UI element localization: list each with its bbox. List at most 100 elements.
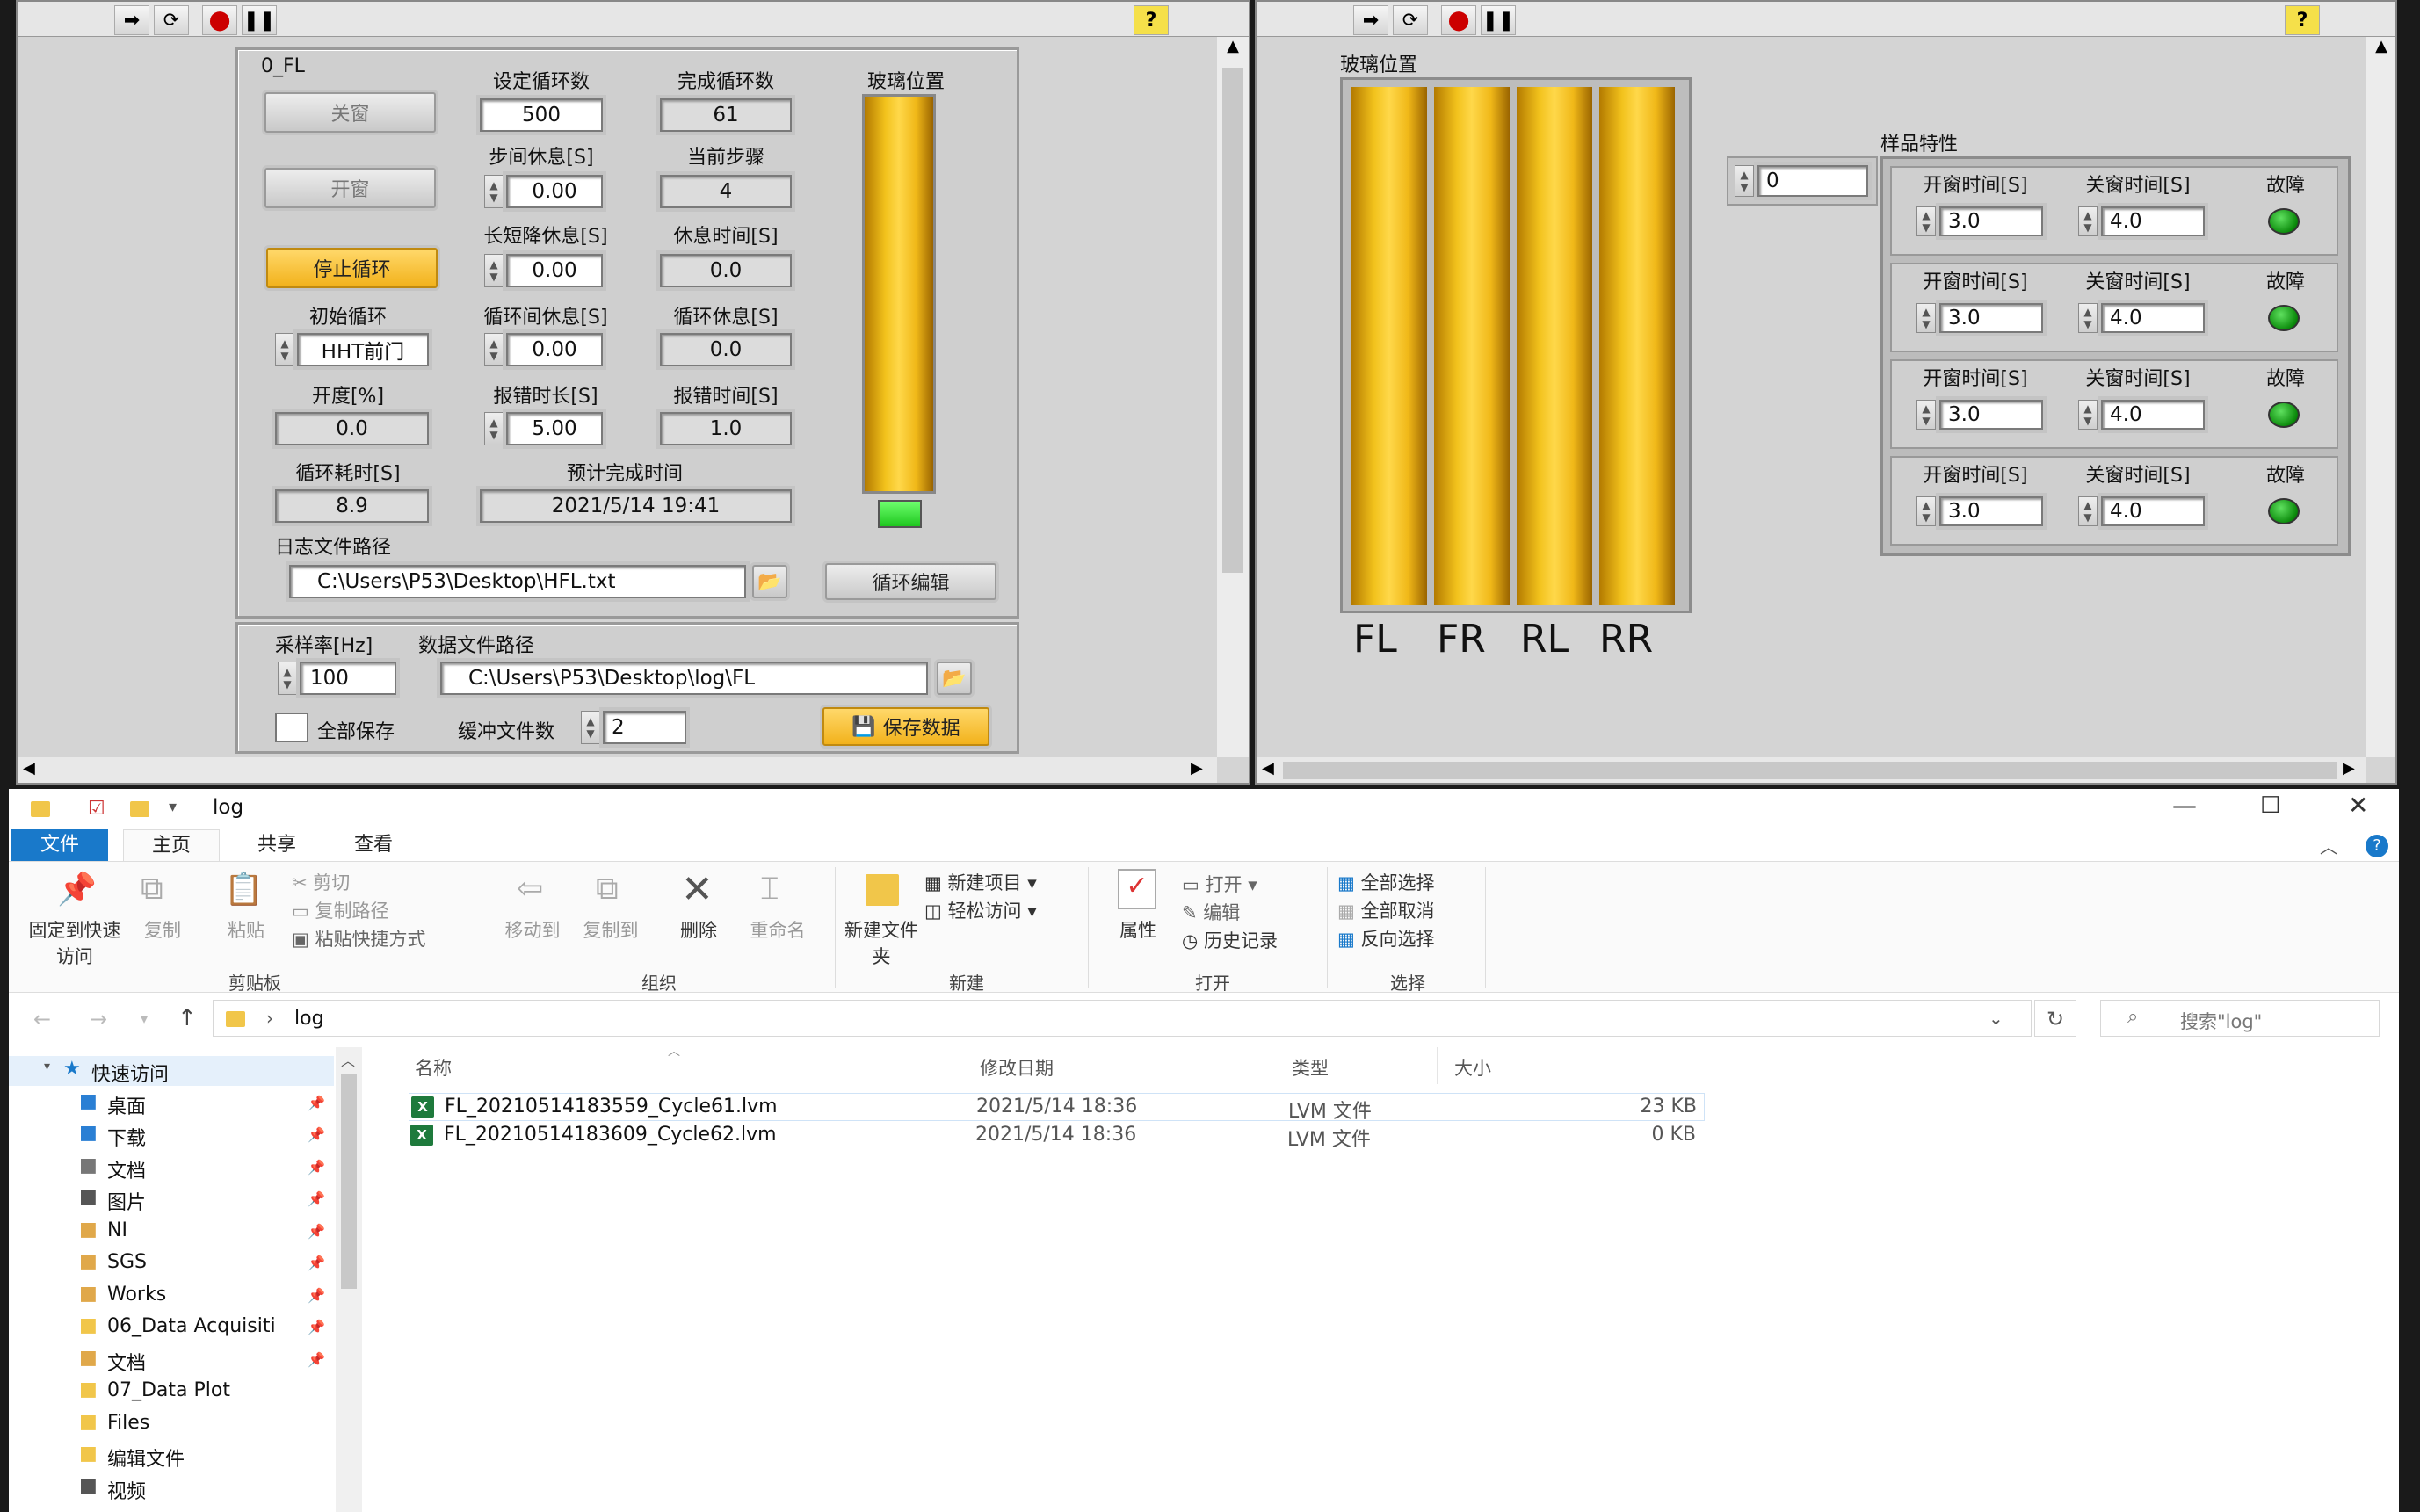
copy-path-button[interactable]: ▭ 复制路径	[292, 897, 389, 923]
close-time-field[interactable]: 4.0	[2101, 206, 2205, 236]
file-row[interactable]: X FL_20210514183559_Cycle61.lvm 2021/5/1…	[409, 1093, 1705, 1123]
minimize-icon[interactable]: —	[2172, 791, 2197, 820]
nav-item[interactable]: ■ 07_Data Plot	[9, 1377, 334, 1407]
left-vi-hscroll[interactable]: ◀ ▶	[18, 757, 1217, 783]
nav-item[interactable]: ■ Files	[9, 1409, 334, 1439]
pause-icon[interactable]: ❚❚	[1481, 5, 1516, 35]
recent-locations-icon[interactable]: ▾	[141, 1010, 148, 1027]
init-cycle-ring[interactable]: HHT前门	[297, 333, 429, 366]
scroll-up-icon[interactable]: ▲	[2366, 37, 2395, 63]
scroll-thumb[interactable]	[341, 1074, 357, 1289]
nav-scrollbar[interactable]: ︿	[336, 1047, 362, 1512]
data-path-field[interactable]: C:\Users\P53\Desktop\log\FL	[440, 662, 928, 695]
close-time-spinner[interactable]: ▲ ▼	[2078, 206, 2098, 236]
close-icon[interactable]: ✕	[2348, 791, 2368, 820]
address-dropdown-icon[interactable]: ⌄	[1989, 1008, 2003, 1029]
nav-item[interactable]: ■ 06_Data Acquisiti 📌	[9, 1313, 334, 1342]
copy-to-button[interactable]: 复制到	[576, 916, 646, 943]
copy-icon[interactable]: ⧉	[141, 871, 163, 908]
nav-item[interactable]: ■ 编辑文件	[9, 1441, 334, 1471]
open-time-field[interactable]: 3.0	[1939, 206, 2043, 236]
help-icon[interactable]: ?	[2285, 5, 2320, 35]
new-folder-quick-icon[interactable]	[130, 801, 149, 817]
paste-icon[interactable]: 📋	[224, 871, 264, 908]
nav-back-icon[interactable]: ←	[33, 1007, 51, 1031]
select-all-button[interactable]: ▦ 全部选择	[1337, 869, 1435, 895]
copy-to-icon[interactable]: ⧉	[596, 871, 619, 908]
open-time-spinner[interactable]: ▲ ▼	[1916, 303, 1936, 333]
nav-item[interactable]: ■ 桌面 📌	[9, 1089, 334, 1118]
properties-button[interactable]: 属性	[1107, 916, 1169, 943]
buffer-spinner[interactable]: ▲ ▼	[581, 711, 600, 744]
tab-file[interactable]: 文件	[11, 829, 108, 861]
tab-view[interactable]: 查看	[325, 829, 422, 861]
cycle-gap-rest-field[interactable]: 0.00	[506, 333, 603, 366]
nav-item[interactable]: ■ Works 📌	[9, 1281, 334, 1311]
scroll-up-icon[interactable]: ▲	[1217, 37, 1249, 63]
new-item-button[interactable]: ▦ 新建项目 ▾	[924, 869, 1037, 895]
close-time-field[interactable]: 4.0	[2101, 400, 2205, 430]
edit-button[interactable]: ✎ 编辑	[1182, 899, 1240, 925]
array-index-spinner[interactable]: ▲ ▼	[1735, 165, 1754, 197]
err-duration-spinner[interactable]: ▲ ▼	[484, 412, 504, 445]
new-folder-icon[interactable]	[866, 874, 899, 906]
open-time-field[interactable]: 3.0	[1939, 496, 2043, 526]
cut-button[interactable]: ✂ 剪切	[292, 869, 350, 895]
step-rest-field[interactable]: 0.00	[506, 175, 603, 208]
help-icon[interactable]: ?	[2366, 835, 2388, 857]
save-all-checkbox[interactable]	[275, 713, 308, 742]
step-rest-spinner[interactable]: ▲ ▼	[484, 175, 504, 208]
scroll-left-icon[interactable]: ◀	[1262, 759, 1274, 778]
address-bar[interactable]: › log ⌄	[213, 1000, 2032, 1037]
long-short-rest-spinner[interactable]: ▲ ▼	[484, 254, 504, 287]
tab-home[interactable]: 主页	[123, 829, 220, 861]
paste-button[interactable]: 粘贴	[220, 916, 272, 943]
ribbon-collapse-icon[interactable]: ︿	[2320, 833, 2337, 858]
data-browse-folder-icon[interactable]: 📂	[937, 662, 972, 695]
log-path-field[interactable]: C:\Users\P53\Desktop\HFL.txt	[289, 565, 746, 598]
maximize-icon[interactable]: ☐	[2260, 792, 2280, 819]
nav-item[interactable]: ■ 下载 📌	[9, 1120, 334, 1150]
open-time-spinner[interactable]: ▲ ▼	[1916, 496, 1936, 526]
open-time-field[interactable]: 3.0	[1939, 400, 2043, 430]
nav-forward-icon[interactable]: →	[90, 1007, 107, 1031]
move-to-icon[interactable]: ⇦	[517, 871, 543, 907]
tab-share[interactable]: 共享	[228, 829, 325, 861]
save-data-button[interactable]: 💾 保存数据	[822, 707, 989, 746]
close-time-spinner[interactable]: ▲ ▼	[2078, 496, 2098, 526]
refresh-icon[interactable]: ↻	[2034, 1000, 2076, 1037]
hscroll-thumb[interactable]	[1283, 762, 2337, 779]
rename-button[interactable]: 重命名	[743, 916, 813, 943]
open-time-spinner[interactable]: ▲ ▼	[1916, 400, 1936, 430]
close-time-field[interactable]: 4.0	[2101, 496, 2205, 526]
nav-item[interactable]: ■ 视频	[9, 1473, 334, 1503]
scroll-right-icon[interactable]: ▶	[2343, 759, 2355, 778]
delete-button[interactable]: 删除	[672, 916, 725, 943]
move-to-button[interactable]: 移动到	[497, 916, 568, 943]
nav-up-icon[interactable]: ↑	[178, 1005, 197, 1031]
cycle-gap-rest-spinner[interactable]: ▲ ▼	[484, 333, 504, 366]
log-browse-folder-icon[interactable]: 📂	[752, 565, 787, 598]
init-cycle-spinner[interactable]: ▲ ▼	[275, 333, 294, 366]
long-short-rest-field[interactable]: 0.00	[506, 254, 603, 287]
file-row[interactable]: X FL_20210514183609_Cycle62.lvm 2021/5/1…	[409, 1122, 1705, 1151]
invert-select-button[interactable]: ▦ 反向选择	[1337, 925, 1435, 951]
open-window-button[interactable]: 开窗	[264, 168, 436, 208]
paste-shortcut-button[interactable]: ▣ 粘贴快捷方式	[292, 925, 426, 951]
sample-rate-field[interactable]: 100	[300, 662, 396, 695]
column-header-size[interactable]: 大小	[1454, 1054, 1491, 1081]
open-button[interactable]: ▭ 打开 ▾	[1182, 871, 1257, 897]
open-time-field[interactable]: 3.0	[1939, 303, 2043, 333]
nav-item[interactable]: ■ SGS 📌	[9, 1248, 334, 1278]
pin-quick-access-button[interactable]: 固定到快速访问	[26, 916, 123, 969]
delete-icon[interactable]: ✕	[681, 867, 714, 912]
new-folder-button[interactable]: 新建文件夹	[842, 916, 921, 969]
left-vi-vscroll[interactable]: ▲	[1217, 37, 1249, 757]
select-none-button[interactable]: ▦ 全部取消	[1337, 897, 1435, 923]
nav-item[interactable]: ▾ ★ 快速访问	[9, 1056, 334, 1086]
err-duration-field[interactable]: 5.00	[506, 412, 603, 445]
abort-icon[interactable]: ⬤	[1441, 5, 1476, 35]
scroll-right-icon[interactable]: ▶	[1191, 759, 1203, 778]
open-time-spinner[interactable]: ▲ ▼	[1916, 206, 1936, 236]
right-vi-vscroll[interactable]: ▲	[2366, 37, 2395, 757]
